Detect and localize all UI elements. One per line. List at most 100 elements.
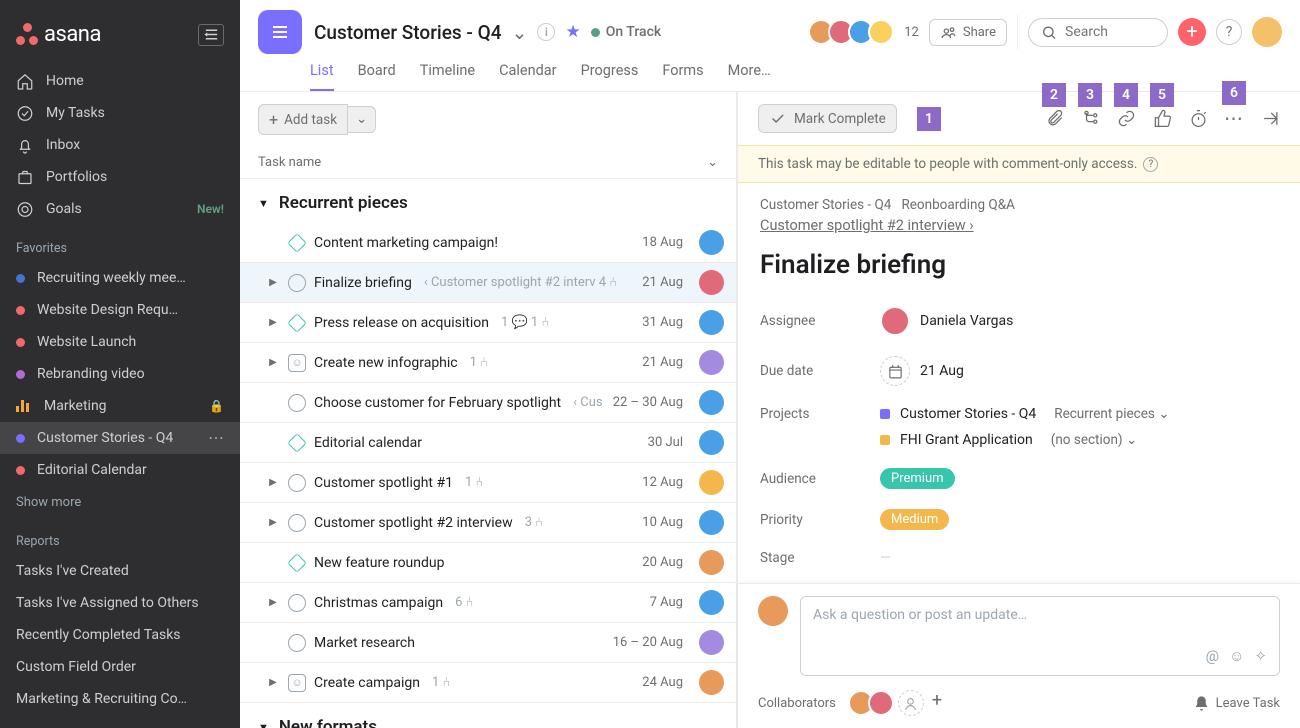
section-header[interactable]: ▼Recurrent pieces — [240, 179, 736, 223]
sidebar-item-report[interactable]: Tasks I've Created — [0, 555, 240, 587]
project-icon[interactable] — [258, 10, 302, 54]
sidebar-item-project[interactable]: Editorial Calendar — [0, 454, 240, 486]
field-channel[interactable]: Channel — — [760, 576, 1278, 583]
sidebar-item-project[interactable]: Recruiting weekly mee… — [0, 262, 240, 294]
star-reaction-icon[interactable]: ✧ — [1254, 647, 1267, 665]
assignee-avatar[interactable] — [699, 390, 724, 415]
assignee-avatar[interactable] — [699, 350, 724, 375]
task-row[interactable]: ▶Press release on acquisition1 💬 1 ⑃31 A… — [240, 303, 736, 343]
tab-forms[interactable]: Forms — [662, 56, 703, 91]
add-button[interactable]: + — [1178, 18, 1206, 46]
complete-toggle[interactable] — [288, 394, 306, 412]
sidebar-item-report[interactable]: Recently Completed Tasks — [0, 619, 240, 651]
search-input[interactable] — [1065, 24, 1155, 40]
assignee-avatar[interactable] — [699, 230, 724, 255]
section-header[interactable]: ▼New formats — [240, 703, 736, 728]
assignee-avatar[interactable] — [699, 270, 724, 295]
task-row[interactable]: Market research16 – 20 Aug — [240, 623, 736, 663]
sidebar-item-project[interactable]: Website Design Requ… — [0, 294, 240, 326]
milestone-icon[interactable] — [287, 313, 307, 333]
field-due-date[interactable]: Due date 21 Aug — [760, 346, 1278, 396]
member-avatars[interactable] — [814, 19, 894, 45]
parent-task-link[interactable]: Customer spotlight #2 interview › — [760, 217, 974, 234]
sidebar-item-project[interactable]: Website Launch — [0, 326, 240, 358]
milestone-icon[interactable] — [287, 553, 307, 573]
task-row[interactable]: ▶☺Create new infographic1 ⑃21 Aug — [240, 343, 736, 383]
complete-toggle[interactable] — [288, 514, 306, 532]
attachment-icon[interactable]: 2 — [1042, 109, 1066, 128]
info-icon[interactable]: i — [537, 23, 555, 41]
assignee-avatar[interactable] — [699, 550, 724, 575]
task-row[interactable]: Content marketing campaign!18 Aug — [240, 223, 736, 263]
complete-toggle[interactable] — [288, 474, 306, 492]
task-row[interactable]: ▶Customer spotlight #11 ⑃12 Aug — [240, 463, 736, 503]
comment-input[interactable]: Ask a question or post an update… @ ☺ ✧ — [800, 596, 1280, 676]
assignee-avatar[interactable] — [699, 310, 724, 335]
add-collaborator-placeholder[interactable] — [898, 690, 924, 716]
sidebar-item-my-tasks[interactable]: My Tasks — [0, 97, 240, 129]
collapse-sidebar-icon[interactable] — [198, 24, 224, 46]
add-task-button[interactable]: +Add task — [258, 104, 348, 135]
assignee-avatar[interactable] — [699, 630, 724, 655]
tab-list[interactable]: List — [310, 56, 334, 91]
sidebar-item-project[interactable]: Customer Stories - Q4⋯ — [0, 422, 240, 454]
assignee-avatar[interactable] — [699, 670, 724, 695]
sidebar-item-inbox[interactable]: Inbox — [0, 129, 240, 161]
task-row[interactable]: ▶Finalize briefing‹ Customer spotlight #… — [240, 263, 736, 303]
sidebar-item-portfolios[interactable]: Portfolios — [0, 161, 240, 193]
mark-complete-button[interactable]: Mark Complete — [758, 104, 897, 133]
sidebar-item-report[interactable]: Custom Field Order — [0, 651, 240, 683]
close-detail-icon[interactable] — [1258, 109, 1282, 128]
field-priority[interactable]: Priority Medium — [760, 499, 1278, 540]
field-assignee[interactable]: Assignee Daniela Vargas — [760, 296, 1278, 346]
tab-board[interactable]: Board — [358, 56, 396, 91]
share-button[interactable]: Share — [929, 19, 1007, 46]
user-avatar[interactable] — [1252, 17, 1282, 47]
show-more-favorites[interactable]: Show more — [0, 486, 240, 518]
task-row[interactable]: ▶☺Create campaign1 ⑃24 Aug — [240, 663, 736, 703]
field-audience[interactable]: Audience Premium — [760, 458, 1278, 499]
assignee-avatar[interactable] — [699, 470, 724, 495]
banner-info-icon[interactable]: ? — [1143, 157, 1158, 172]
task-row[interactable]: ▶Customer spotlight #2 interview3 ⑃10 Au… — [240, 503, 736, 543]
approval-icon[interactable]: ☺ — [288, 674, 306, 692]
sidebar-item-project[interactable]: Marketing🔒 — [0, 390, 240, 422]
help-icon[interactable]: ? — [1216, 19, 1242, 45]
field-stage[interactable]: Stage — — [760, 540, 1278, 576]
complete-toggle[interactable] — [288, 594, 306, 612]
field-projects[interactable]: Projects Customer Stories - Q4Recurrent … — [760, 396, 1278, 458]
assignee-avatar[interactable] — [699, 590, 724, 615]
add-collaborator-button[interactable]: + — [932, 690, 942, 716]
task-row[interactable]: ▶Christmas campaign6 ⑃7 Aug — [240, 583, 736, 623]
tab-timeline[interactable]: Timeline — [420, 56, 475, 91]
more-actions-icon[interactable]: 6⋯ — [1222, 107, 1246, 130]
column-dropdown-icon[interactable]: ⌄ — [707, 155, 718, 170]
emoji-icon[interactable]: ☺ — [1229, 647, 1244, 665]
add-task-dropdown[interactable]: ⌄ — [348, 106, 376, 133]
assignee-avatar[interactable] — [699, 510, 724, 535]
sidebar-item-goals[interactable]: Goals New! — [0, 193, 240, 225]
project-dropdown-icon[interactable]: ⌄ — [512, 21, 528, 44]
approval-icon[interactable]: ☺ — [288, 354, 306, 372]
sidebar-item-project[interactable]: Rebranding video — [0, 358, 240, 390]
milestone-icon[interactable] — [287, 233, 307, 253]
tab-more[interactable]: More… — [728, 56, 771, 91]
status-pill[interactable]: On Track — [591, 24, 662, 40]
sidebar-item-home[interactable]: Home — [0, 65, 240, 97]
star-icon[interactable]: ★ — [565, 22, 580, 42]
complete-toggle[interactable] — [288, 274, 306, 292]
complete-toggle[interactable] — [288, 634, 306, 652]
tab-calendar[interactable]: Calendar — [499, 56, 557, 91]
mention-icon[interactable]: @ — [1206, 647, 1219, 665]
link-icon[interactable]: 4 — [1114, 109, 1138, 128]
tab-progress[interactable]: Progress — [581, 56, 639, 91]
sidebar-item-report[interactable]: Tasks I've Assigned to Others — [0, 587, 240, 619]
leave-task-button[interactable]: Leave Task — [1193, 695, 1280, 712]
collaborator-avatar[interactable] — [868, 690, 894, 716]
asana-logo[interactable]: asana — [16, 22, 101, 47]
stopwatch-icon[interactable] — [1186, 109, 1210, 128]
search-box[interactable] — [1028, 18, 1168, 47]
task-title[interactable]: Finalize briefing — [760, 250, 1278, 280]
task-row[interactable]: New feature roundup20 Aug — [240, 543, 736, 583]
like-icon[interactable]: 5 — [1150, 109, 1174, 128]
